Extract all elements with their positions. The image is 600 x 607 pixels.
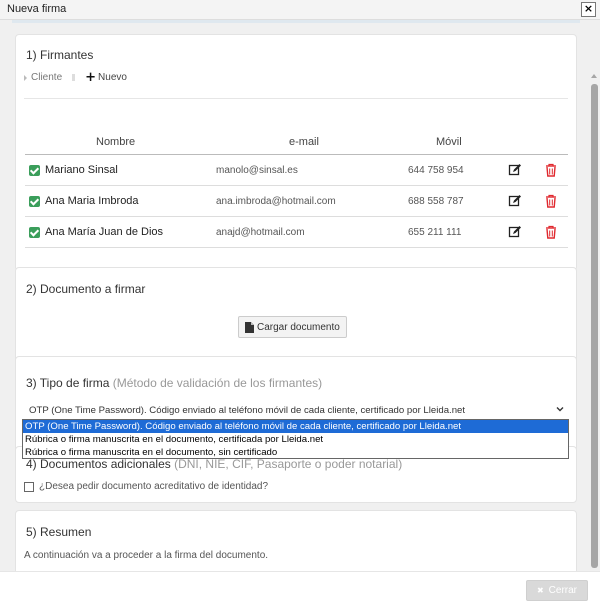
resumen-title: 5) Resumen <box>26 525 92 539</box>
trash-icon[interactable] <box>544 163 558 177</box>
plus-icon[interactable]: + <box>85 70 96 85</box>
documentos-adicionales-title-text: 4) Documentos adicionales <box>26 457 171 471</box>
signer-name: Ana María Juan de Dios <box>45 226 164 238</box>
tipo-firma-dropdown-list: OTP (One Time Password). Código enviado … <box>22 419 569 459</box>
cargar-documento-label: Cargar documento <box>257 321 340 333</box>
tab-cliente[interactable]: Cliente <box>31 72 62 83</box>
scroll-up-icon[interactable] <box>591 74 597 78</box>
signer-checkbox[interactable] <box>29 227 40 238</box>
table-row: Ana María Juan de Dios anajd@hotmail.com… <box>25 217 568 248</box>
trash-icon[interactable] <box>544 225 558 239</box>
close-window-button[interactable]: × <box>581 2 596 17</box>
tab-separator <box>72 74 76 81</box>
edit-icon[interactable] <box>508 194 522 208</box>
signer-name: Mariano Sinsal <box>45 164 118 176</box>
dropdown-option-otp[interactable]: OTP (One Time Password). Código enviado … <box>23 420 568 433</box>
cargar-documento-button[interactable]: Cargar documento <box>238 316 347 338</box>
signer-name: Ana Maria Imbroda <box>45 195 139 207</box>
firmantes-tabs: Cliente + Nuevo <box>24 70 127 85</box>
chevron-down-icon <box>556 407 564 412</box>
edit-icon[interactable] <box>508 225 522 239</box>
resumen-text: A continuación va a proceder a la firma … <box>24 550 269 561</box>
signer-mobile: 655 211 111 <box>408 227 462 238</box>
signer-mobile: 688 558 787 <box>408 196 464 207</box>
vertical-scrollbar[interactable] <box>589 20 600 571</box>
top-divider <box>12 20 580 23</box>
tipo-firma-select[interactable]: OTP (One Time Password). Código enviado … <box>24 403 569 420</box>
dropdown-option-rubrica-sin-certificado[interactable]: Rúbrica o firma manuscrita en el documen… <box>23 446 568 459</box>
documentos-adicionales-hint: (DNI, NIE, CIF, Pasaporte o poder notari… <box>174 457 403 471</box>
window-titlebar: Nueva firma × <box>0 0 600 20</box>
close-icon: ✖ <box>536 586 544 595</box>
dropdown-option-rubrica-certificada[interactable]: Rúbrica o firma manuscrita en el documen… <box>23 433 568 446</box>
scrollbar-thumb[interactable] <box>591 84 598 568</box>
section-divider <box>24 98 568 99</box>
signer-email: anajd@hotmail.com <box>216 227 305 238</box>
documento-panel: 2) Documento a firmar Cargar documento <box>15 267 577 363</box>
table-row: Ana Maria Imbroda ana.imbroda@hotmail.co… <box>25 186 568 217</box>
dialog-footer: ✖ Cerrar <box>0 571 600 607</box>
tipo-firma-hint: (Método de validación de los firmantes) <box>112 376 323 390</box>
trash-icon[interactable] <box>544 194 558 208</box>
resumen-panel: 5) Resumen A continuación va a proceder … <box>15 510 577 571</box>
signer-mobile: 644 758 954 <box>408 165 464 176</box>
signer-email: ana.imbroda@hotmail.com <box>216 196 336 207</box>
tipo-firma-selected-value: OTP (One Time Password). Código enviado … <box>29 405 466 416</box>
tipo-firma-title: 3) Tipo de firma (Método de validación d… <box>26 376 322 390</box>
table-row: Mariano Sinsal manolo@sinsal.es 644 758 … <box>25 155 568 186</box>
column-header-email: e-mail <box>289 136 319 148</box>
column-header-movil: Móvil <box>436 136 462 148</box>
window-title: Nueva firma <box>7 3 67 15</box>
signer-checkbox[interactable] <box>29 165 40 176</box>
signer-checkbox[interactable] <box>29 196 40 207</box>
file-icon <box>245 321 254 333</box>
edit-icon[interactable] <box>508 163 522 177</box>
documento-title: 2) Documento a firmar <box>26 282 146 296</box>
documentos-adicionales-title: 4) Documentos adicionales (DNI, NIE, CIF… <box>26 457 402 471</box>
identity-document-checkbox[interactable] <box>24 482 34 492</box>
firmantes-panel: 1) Firmantes Cliente + Nuevo Nombre e-ma… <box>15 34 577 271</box>
dialog-content: 1) Firmantes Cliente + Nuevo Nombre e-ma… <box>0 20 600 571</box>
tab-nuevo[interactable]: Nuevo <box>98 72 127 83</box>
cerrar-button[interactable]: ✖ Cerrar <box>526 580 588 601</box>
caret-right-icon <box>24 74 27 81</box>
firmantes-title: 1) Firmantes <box>26 48 94 62</box>
column-header-nombre: Nombre <box>96 136 136 148</box>
cerrar-label: Cerrar <box>548 585 578 596</box>
tipo-firma-title-text: 3) Tipo de firma <box>26 376 110 390</box>
signer-email: manolo@sinsal.es <box>216 165 298 176</box>
identity-document-label[interactable]: ¿Desea pedir documento acreditativo de i… <box>39 481 268 492</box>
